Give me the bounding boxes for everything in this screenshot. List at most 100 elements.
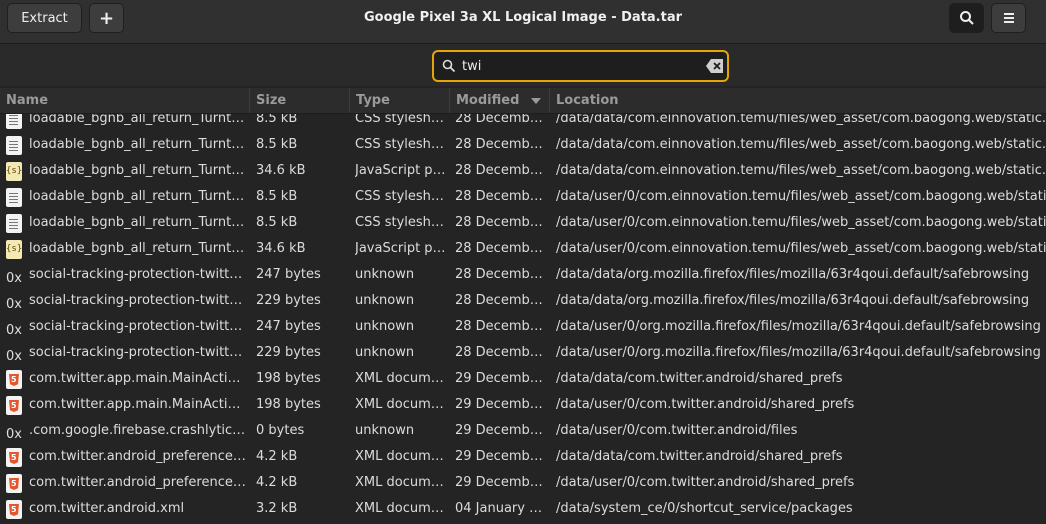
css-file-icon (6, 188, 22, 207)
xml-file-icon (6, 396, 22, 415)
file-list: loadable_bgnb_all_return_Turnt… 8.5 kB CSS… (0, 114, 1046, 524)
unknown-file-icon: 0x (6, 349, 22, 364)
file-row[interactable]: 0x social-tracking-protection-twitt… 229 b… (0, 340, 1046, 366)
file-modified: 28 Decemb… (455, 114, 543, 126)
file-size: 8.5 kB (256, 137, 298, 152)
file-size: 247 bytes (256, 267, 321, 282)
search-toggle-button[interactable] (949, 3, 984, 33)
file-modified: 29 Decemb… (455, 449, 543, 464)
xml-file-icon (6, 448, 22, 467)
file-row[interactable]: com.twitter.android_preference… 4.2 kB XML… (0, 444, 1046, 470)
file-size: 3.2 kB (256, 501, 298, 516)
file-name: com.twitter.app.main.MainActi… (29, 371, 241, 386)
file-row[interactable]: com.twitter.android.xml 3.2 kB XML docum… 0… (0, 496, 1046, 522)
file-name: .com.google.firebase.crashlytic… (29, 423, 246, 438)
file-type: unknown (355, 293, 415, 308)
window-title: Google Pixel 3a XL Logical Image - Data.… (363, 10, 683, 25)
file-name: com.twitter.app.main.MainActi… (29, 397, 241, 412)
file-name: social-tracking-protection-twitt… (29, 319, 243, 334)
column-modified[interactable]: Modified (450, 88, 550, 113)
column-type[interactable]: Type (350, 88, 450, 113)
search-field[interactable] (432, 50, 729, 82)
file-row[interactable]: {s} loadable_bgnb_all_return_Turnt… 34.6 k… (0, 158, 1046, 184)
xml-file-icon (6, 500, 22, 519)
file-row[interactable]: loadable_bgnb_all_return_Turnt… 8.5 kB CSS… (0, 184, 1046, 210)
search-input[interactable] (462, 56, 698, 76)
css-file-icon (6, 214, 22, 233)
file-type: JavaScript p… (355, 241, 446, 256)
file-size: 34.6 kB (256, 241, 306, 256)
file-size: 8.5 kB (256, 215, 298, 230)
file-name: loadable_bgnb_all_return_Turnt… (29, 114, 245, 126)
file-name: loadable_bgnb_all_return_Turnt… (29, 189, 245, 204)
file-row[interactable]: com.twitter.android_preference… 4.2 kB XML… (0, 470, 1046, 496)
file-name: loadable_bgnb_all_return_Turnt… (29, 215, 245, 230)
file-size: 8.5 kB (256, 114, 298, 126)
file-type: XML docum… (355, 501, 444, 516)
file-type: unknown (355, 423, 415, 438)
file-location: /data/data/com.einnovation.temu/files/we… (556, 114, 1046, 126)
file-modified: 28 Decemb… (455, 163, 543, 178)
search-icon (959, 11, 974, 25)
file-row[interactable]: 0x social-tracking-protection-twitt… 247 b… (0, 262, 1046, 288)
css-file-icon (6, 114, 22, 129)
file-size: 247 bytes (256, 319, 321, 334)
file-row[interactable]: loadable_bgnb_all_return_Turnt… 8.5 kB CSS… (0, 114, 1046, 132)
file-row[interactable]: loadable_bgnb_all_return_Turnt… 8.5 kB CSS… (0, 210, 1046, 236)
javascript-file-icon: {s} (6, 162, 22, 181)
file-size: 4.2 kB (256, 475, 298, 490)
menu-button[interactable] (991, 3, 1026, 33)
file-location: /data/user/0/com.twitter.android/shared_… (556, 475, 855, 490)
file-row[interactable]: com.twitter.app.main.MainActi… 198 bytes X… (0, 366, 1046, 392)
column-name[interactable]: Name (0, 88, 250, 113)
file-location: /data/data/com.einnovation.temu/files/we… (556, 137, 1046, 152)
clear-search-icon[interactable] (706, 59, 723, 73)
file-row[interactable]: {s} loadable_bgnb_all_return_Turnt… 34.6 k… (0, 236, 1046, 262)
file-size: 229 bytes (256, 345, 321, 360)
file-type: CSS stylesh… (355, 114, 444, 126)
file-modified: 04 January … (455, 501, 543, 516)
file-type: JavaScript p… (355, 163, 446, 178)
hamburger-icon (1003, 13, 1014, 23)
unknown-file-icon: 0x (6, 271, 22, 286)
file-name: loadable_bgnb_all_return_Turnt… (29, 163, 245, 178)
file-type: XML docum… (355, 371, 444, 386)
file-type: XML docum… (355, 449, 444, 464)
file-size: 0 bytes (256, 423, 305, 438)
file-row[interactable]: com.twitter.app.main.MainActi… 198 bytes X… (0, 392, 1046, 418)
file-size: 229 bytes (256, 293, 321, 308)
file-modified: 29 Decemb… (455, 397, 543, 412)
file-type: XML docum… (355, 397, 444, 412)
column-size[interactable]: Size (250, 88, 350, 113)
file-type: CSS stylesh… (355, 189, 444, 204)
file-modified: 28 Decemb… (455, 215, 543, 230)
file-size: 4.2 kB (256, 449, 298, 464)
file-size: 8.5 kB (256, 189, 298, 204)
file-location: /data/user/0/com.einnovation.temu/files/… (556, 241, 1046, 256)
search-icon (442, 59, 456, 73)
file-modified: 28 Decemb… (455, 137, 543, 152)
file-location: /data/data/com.twitter.android/shared_pr… (556, 449, 843, 464)
file-row[interactable]: 0x .com.google.firebase.crashlytic… 0 byte… (0, 418, 1046, 444)
file-row[interactable]: loadable_bgnb_all_return_Turnt… 8.5 kB CSS… (0, 132, 1046, 158)
column-location[interactable]: Location (550, 88, 1046, 113)
file-type: unknown (355, 345, 415, 360)
file-row[interactable]: 0x social-tracking-protection-twitt… 229 b… (0, 288, 1046, 314)
file-location: /data/user/0/com.twitter.android/shared_… (556, 397, 855, 412)
file-location: /data/user/0/org.mozilla.firefox/files/m… (556, 345, 1041, 360)
file-modified: 28 Decemb… (455, 267, 543, 282)
file-row[interactable]: 0x social-tracking-protection-twitt… 247 b… (0, 314, 1046, 340)
file-location: /data/data/org.mozilla.firefox/files/moz… (556, 267, 1030, 282)
file-name: loadable_bgnb_all_return_Turnt… (29, 137, 245, 152)
file-location: /data/data/com.twitter.android/shared_pr… (556, 371, 843, 386)
file-location: /data/user/0/org.mozilla.firefox/files/m… (556, 319, 1041, 334)
file-name: com.twitter.android_preference… (29, 475, 246, 490)
file-name: com.twitter.android.xml (29, 501, 185, 516)
file-size: 198 bytes (256, 371, 321, 386)
file-type: XML docum… (355, 475, 444, 490)
unknown-file-icon: 0x (6, 427, 22, 442)
file-name: social-tracking-protection-twitt… (29, 345, 243, 360)
file-modified: 28 Decemb… (455, 241, 543, 256)
file-type: CSS stylesh… (355, 137, 444, 152)
unknown-file-icon: 0x (6, 297, 22, 312)
